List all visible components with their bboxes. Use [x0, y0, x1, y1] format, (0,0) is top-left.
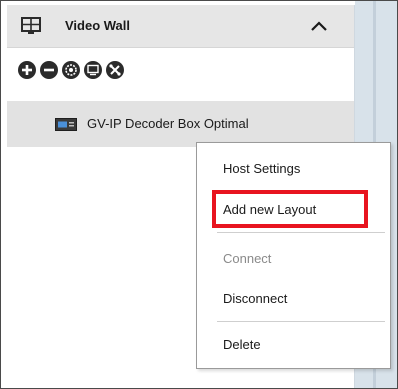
menu-separator: [217, 232, 385, 233]
menu-item-delete[interactable]: Delete: [197, 329, 390, 359]
add-icon[interactable]: [17, 60, 37, 80]
collapse-caret-icon[interactable]: [307, 15, 331, 37]
remove-icon[interactable]: [39, 60, 59, 80]
window-frame: Video Wall GV-IP Decoder Box Optimal Hos…: [0, 0, 398, 389]
decoder-box-icon: [55, 118, 77, 131]
video-wall-header[interactable]: Video Wall: [7, 5, 354, 48]
menu-separator: [217, 321, 385, 322]
video-wall-toolbar: [7, 48, 354, 90]
highlight-box: [212, 190, 368, 228]
menu-item-label: Host Settings: [223, 161, 301, 176]
menu-item-label: Connect: [223, 251, 272, 266]
context-menu: Host Settings Add new Layout Connect Dis…: [196, 142, 391, 369]
menu-item-label: Delete: [223, 337, 261, 352]
device-label: GV-IP Decoder Box Optimal: [87, 116, 249, 131]
menu-item-host-settings[interactable]: Host Settings: [197, 153, 390, 183]
menu-item-label: Disconnect: [223, 291, 288, 306]
decoder-device-row[interactable]: GV-IP Decoder Box Optimal: [7, 101, 354, 147]
menu-item-connect[interactable]: Connect: [197, 243, 390, 273]
settings-icon[interactable]: [61, 60, 81, 80]
video-wall-icon: [21, 17, 41, 34]
monitor-icon[interactable]: [83, 60, 103, 80]
panel-title: Video Wall: [65, 18, 131, 33]
tools-icon[interactable]: [105, 60, 125, 80]
menu-item-disconnect[interactable]: Disconnect: [197, 283, 390, 313]
